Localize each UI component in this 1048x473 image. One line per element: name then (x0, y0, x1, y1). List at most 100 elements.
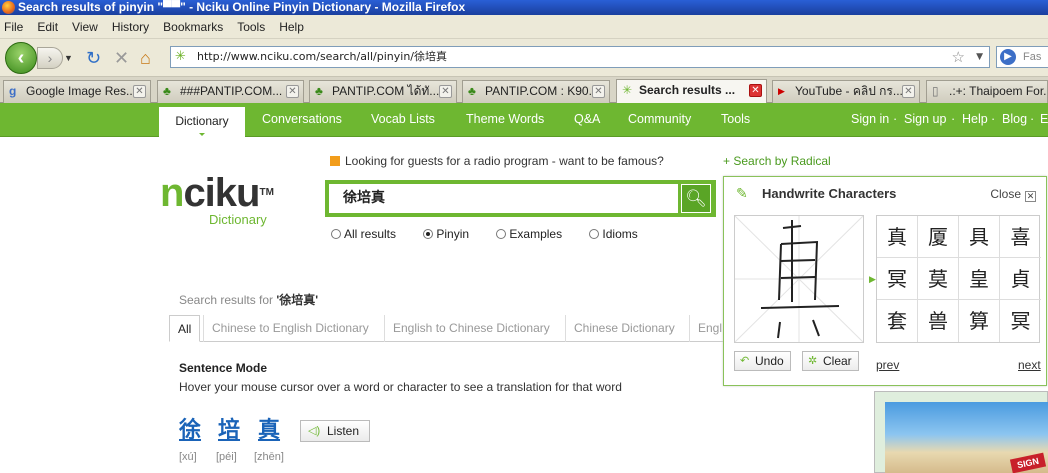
candidate-char[interactable]: 喜 (1000, 216, 1041, 258)
dictionary-search: 徐培真 🔍︎ (325, 180, 716, 217)
undo-label: Undo (755, 354, 784, 368)
tab-pantip-3[interactable]: ♣ PANTIP.COM : K90... ✕ (462, 80, 610, 103)
hanzi-link[interactable]: 徐 (179, 416, 201, 444)
close-tab-icon[interactable]: ✕ (439, 85, 452, 98)
handwrite-close-button[interactable]: Close ✕ (990, 187, 1036, 202)
close-tab-icon[interactable]: ✕ (592, 85, 605, 98)
site-favicon: ✳ (175, 49, 186, 64)
cactus-icon: ♣ (315, 84, 323, 98)
search-engine-icon[interactable]: ▶ (1000, 49, 1016, 65)
prev-link[interactable]: prev (876, 358, 899, 372)
reload-icon[interactable]: ↻ (86, 49, 101, 67)
history-dropdown-icon[interactable]: ▼ (64, 53, 73, 63)
menu-history[interactable]: History (112, 20, 149, 34)
results-prefix: Search results for (179, 293, 277, 307)
nav-more[interactable]: E (1040, 103, 1048, 136)
close-tab-icon[interactable]: ✕ (286, 85, 299, 98)
hanzi-link[interactable]: 真 (258, 416, 280, 444)
candidate-char[interactable]: 皇 (959, 258, 1000, 300)
clear-button[interactable]: ✲ Clear (802, 351, 859, 371)
tab-chinese-dictionary[interactable]: Chinese Dictionary (565, 315, 683, 342)
nciku-logo[interactable]: ncikuTM (160, 173, 274, 213)
tab-youtube[interactable]: ▶ YouTube - คลิป กร... ✕ (772, 80, 920, 103)
radio-icon[interactable] (331, 229, 341, 239)
forward-button[interactable]: › (37, 47, 63, 69)
option-pinyin[interactable]: Pinyin (423, 227, 481, 241)
close-icon[interactable]: ✕ (1025, 191, 1036, 202)
candidate-char[interactable]: 貞 (1000, 258, 1041, 300)
candidate-char[interactable]: 算 (959, 300, 1000, 342)
nav-conversations[interactable]: Conversations (262, 103, 342, 136)
logo-text: ciku (183, 171, 260, 215)
advertisement[interactable]: SIGN (874, 391, 1048, 473)
close-tab-icon[interactable]: ✕ (749, 84, 762, 97)
nav-community[interactable]: Community (628, 103, 691, 136)
candidate-char[interactable]: 真 (877, 216, 918, 258)
close-label: Close (990, 187, 1021, 201)
candidate-char[interactable]: 冥 (1000, 300, 1041, 342)
hanzi-link[interactable]: 培 (218, 416, 240, 444)
stop-icon[interactable]: ✕ (114, 49, 129, 67)
nav-sign-up[interactable]: Sign up (904, 103, 946, 136)
search-input[interactable]: 徐培真 (329, 184, 678, 213)
nav-qa[interactable]: Q&A (574, 103, 600, 136)
option-idioms[interactable]: Idioms (589, 227, 649, 241)
tab-pantip-2[interactable]: ♣ PANTIP.COM ได้ทั... ✕ (309, 80, 457, 103)
nav-help[interactable]: Help (962, 103, 988, 136)
close-tab-icon[interactable]: ✕ (902, 85, 915, 98)
tab-all[interactable]: All (169, 315, 201, 342)
menu-bookmarks[interactable]: Bookmarks (163, 20, 223, 34)
tab-search-results[interactable]: ✳ Search results ... ✕ (616, 79, 767, 103)
nav-vocab-lists[interactable]: Vocab Lists (371, 103, 435, 136)
drawing-pad[interactable] (734, 215, 864, 343)
undo-button[interactable]: ↶ Undo (734, 351, 791, 371)
youtube-icon: ▶ (778, 86, 785, 96)
tab-chinese-english[interactable]: Chinese to English Dictionary (203, 315, 377, 342)
option-examples[interactable]: Examples (496, 227, 574, 241)
menu-help[interactable]: Help (279, 20, 304, 34)
pinyin-reading: [zhēn] (254, 451, 284, 463)
candidate-char[interactable]: 具 (959, 216, 1000, 258)
radio-checked-icon[interactable] (423, 229, 434, 239)
search-button[interactable]: 🔍︎ (681, 184, 711, 213)
tab-thaipoem[interactable]: ▯ .:+: Thaipoem For... (926, 80, 1048, 103)
candidate-char[interactable]: 套 (877, 300, 918, 342)
search-by-radical-link[interactable]: + Search by Radical (723, 154, 831, 168)
pinyin-reading: [péi] (216, 451, 237, 463)
nav-blog[interactable]: Blog (1002, 103, 1027, 136)
tab-pantip-1[interactable]: ♣ ###PANTIP.COM... ✕ (157, 80, 304, 103)
menu-file[interactable]: File (4, 20, 23, 34)
next-link[interactable]: next (1018, 358, 1041, 372)
nav-theme-words[interactable]: Theme Words (466, 103, 544, 136)
back-button[interactable]: ‹ (5, 42, 37, 74)
address-bar[interactable]: ✳ http://www.nciku.com/search/all/pinyin… (170, 46, 990, 68)
nav-tools[interactable]: Tools (721, 103, 750, 136)
nav-sign-in[interactable]: Sign in (851, 103, 889, 136)
speaker-icon: ◁) (308, 425, 321, 437)
search-options: All results Pinyin Examples Idioms (331, 227, 662, 241)
nav-separator: · (893, 112, 898, 126)
tab-english-chinese[interactable]: English to Chinese Dictionary (384, 315, 558, 342)
listen-button[interactable]: ◁) Listen (300, 420, 370, 442)
handwrite-title: Handwrite Characters (762, 186, 897, 201)
tab-google-images[interactable]: g Google Image Res... ✕ (3, 80, 151, 103)
cactus-icon: ♣ (163, 84, 171, 98)
radio-icon[interactable] (589, 229, 600, 239)
menu-edit[interactable]: Edit (37, 20, 58, 34)
home-icon[interactable]: ⌂ (140, 49, 151, 67)
menu-view[interactable]: View (72, 20, 98, 34)
bookmark-star-icon[interactable]: ☆ (952, 47, 965, 67)
nav-dictionary[interactable]: Dictionary (159, 107, 245, 137)
menu-tools[interactable]: Tools (237, 20, 265, 34)
promo-notice[interactable]: Looking for guests for a radio program -… (330, 154, 664, 168)
option-all-results[interactable]: All results (331, 227, 408, 241)
radio-icon[interactable] (496, 229, 507, 239)
search-engine-box[interactable]: ▶ Fas (996, 46, 1048, 68)
close-tab-icon[interactable]: ✕ (133, 85, 146, 98)
candidate-char[interactable]: 兽 (918, 300, 959, 342)
candidate-char[interactable]: 厦 (918, 216, 959, 258)
candidate-char[interactable]: 冥 (877, 258, 918, 300)
cactus-icon: ♣ (468, 84, 476, 98)
candidate-char[interactable]: 莫 (918, 258, 959, 300)
url-dropdown-icon[interactable]: ▼ (976, 47, 983, 67)
